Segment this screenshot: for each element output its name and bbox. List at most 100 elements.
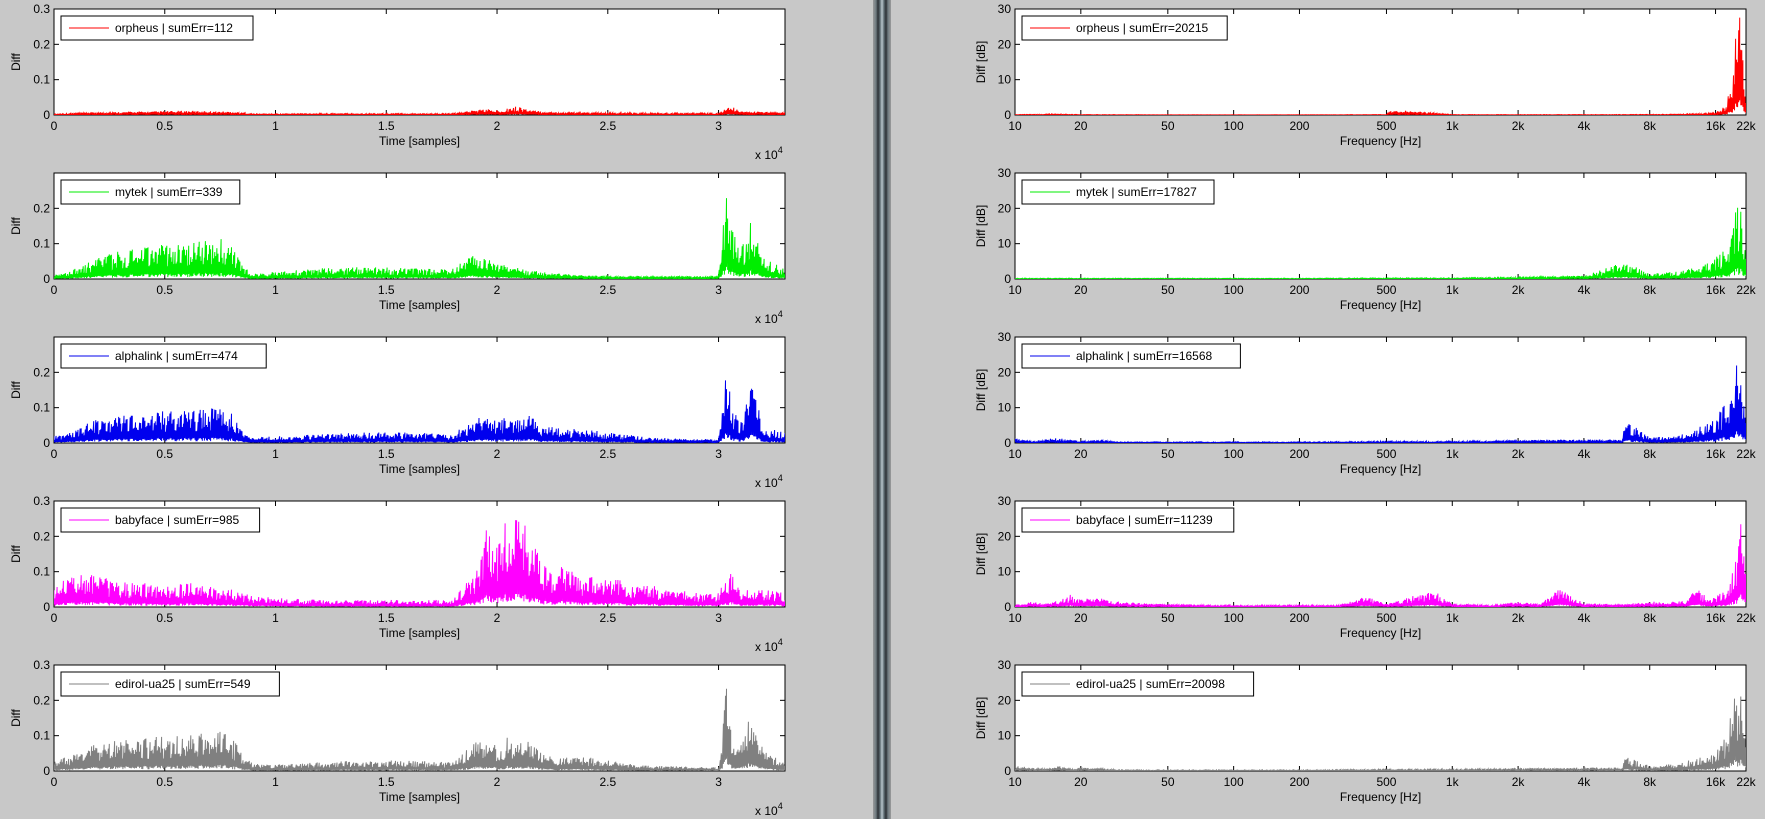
x-tick-label: 1.5	[378, 611, 395, 625]
x-tick-label: 2	[494, 611, 501, 625]
y-tick-label: 10	[998, 729, 1012, 743]
legend-label: alphalink | sumErr=16568	[1076, 349, 1213, 363]
x-tick-label: 0.5	[156, 447, 173, 461]
y-tick-label: 0	[43, 108, 50, 122]
x-tick-label: 4k	[1578, 283, 1592, 297]
x-axis-label: Time [samples]	[379, 462, 460, 476]
x-tick-label: 4k	[1578, 447, 1592, 461]
x-tick-label: 100	[1224, 119, 1244, 133]
subplot-f5: 10 20 50 100 200 500 1k 2k 4k 8k 16k 22k0102030Freq…	[974, 658, 1757, 804]
y-tick-label: 10	[998, 401, 1012, 415]
x-tick-label: 3	[715, 283, 722, 297]
x-tick-label: 16k	[1706, 775, 1726, 789]
x-tick-label: 0	[51, 447, 58, 461]
y-tick-label: 0.3	[33, 494, 50, 508]
x-tick-label: 2.5	[599, 283, 616, 297]
x-tick-label: 0	[51, 775, 58, 789]
x-axis-label: Frequency [Hz]	[1340, 298, 1421, 312]
x-tick-label: 2k	[1512, 447, 1526, 461]
x-tick-label: 3	[715, 119, 722, 133]
x-tick-label: 500	[1376, 611, 1396, 625]
y-tick-label: 30	[998, 494, 1012, 508]
x-axis-exponent: x 104	[755, 637, 783, 654]
x-tick-label: 3	[715, 447, 722, 461]
y-tick-label: 0	[1004, 108, 1011, 122]
y-tick-label: 20	[998, 693, 1012, 707]
x-axis-label: Time [samples]	[379, 790, 460, 804]
x-tick-label: 1.5	[378, 119, 395, 133]
x-tick-label: 2	[494, 283, 501, 297]
legend-label: orpheus | sumErr=112	[115, 21, 233, 35]
y-axis-label: Diff	[9, 380, 23, 398]
matlab-figure-window: 0 0.5 1 1.5 2 2.5 3 0 0.1 0.2 0.3 Time [samples] Dif…	[0, 0, 1765, 819]
x-tick-label: 0	[51, 119, 58, 133]
y-tick-label: 0	[43, 600, 50, 614]
x-tick-label: 200	[1289, 447, 1309, 461]
x-tick-label: 20	[1074, 119, 1088, 133]
y-tick-label: 0.1	[33, 401, 50, 415]
x-tick-label: 1.5	[378, 283, 395, 297]
y-axis-label: Diff [dB]	[974, 205, 988, 247]
x-tick-label: 22k	[1736, 447, 1756, 461]
y-tick-label: 10	[998, 237, 1012, 251]
x-axis-label: Time [samples]	[379, 298, 460, 312]
y-axis-label: Diff	[9, 216, 23, 234]
legend-label: babyface | sumErr=11239	[1076, 513, 1213, 527]
x-tick-label: 0.5	[156, 119, 173, 133]
y-axis-label: Diff [dB]	[974, 533, 988, 575]
subplot-f2: 10 20 50 100 200 500 1k 2k 4k 8k 16k 22k0102030Freq…	[974, 166, 1757, 312]
x-axis-exponent: x 104	[755, 473, 783, 490]
x-tick-label: 0.5	[156, 611, 173, 625]
x-tick-label: 0.5	[156, 775, 173, 789]
y-tick-label: 10	[998, 73, 1012, 87]
y-tick-label: 0.2	[33, 201, 50, 215]
y-tick-label: 0	[43, 764, 50, 778]
x-axis-label: Frequency [Hz]	[1340, 626, 1421, 640]
x-tick-label: 8k	[1643, 119, 1657, 133]
x-tick-label: 0	[51, 283, 58, 297]
x-axis-label: Frequency [Hz]	[1340, 134, 1421, 148]
x-tick-label: 4k	[1578, 775, 1592, 789]
x-tick-label: 2k	[1512, 283, 1526, 297]
x-tick-label: 16k	[1706, 611, 1726, 625]
subplot-t4: 0 0.5 1 1.5 2 2.5 3 0 0.1 0.2 0.3 Time [samples] Dif…	[9, 494, 786, 654]
subplot-t1: 0 0.5 1 1.5 2 2.5 3 0 0.1 0.2 0.3 Time [samples] Dif…	[9, 2, 786, 162]
x-axis-label: Frequency [Hz]	[1340, 790, 1421, 804]
x-tick-label: 0.5	[156, 283, 173, 297]
x-tick-label: 20	[1074, 447, 1088, 461]
x-tick-label: 500	[1376, 283, 1396, 297]
y-tick-label: 0.2	[33, 37, 50, 51]
window-splitter[interactable]	[873, 0, 891, 819]
y-tick-label: 20	[998, 201, 1012, 215]
x-tick-label: 20	[1074, 611, 1088, 625]
x-tick-label: 20	[1074, 283, 1088, 297]
x-tick-label: 1.5	[378, 447, 395, 461]
y-tick-label: 30	[998, 658, 1012, 672]
x-tick-label: 50	[1161, 611, 1175, 625]
subplot-f3: 10 20 50 100 200 500 1k 2k 4k 8k 16k 22k0102030Freq…	[974, 330, 1757, 476]
y-tick-label: 0	[1004, 436, 1011, 450]
subplot-t3: 0 0.5 1 1.5 2 2.5 3 0 0.1 0.2 Time [samples] Diff x …	[9, 336, 786, 490]
y-tick-label: 20	[998, 529, 1012, 543]
legend-label: mytek | sumErr=339	[115, 185, 223, 199]
x-tick-label: 2k	[1512, 775, 1526, 789]
x-tick-label: 100	[1224, 447, 1244, 461]
subplot-f1: 10 20 50 100 200 500 1k 2k 4k 8k 16k 22k0102030Freq…	[974, 2, 1757, 148]
x-tick-label: 22k	[1736, 775, 1756, 789]
y-tick-label: 0.3	[33, 2, 50, 16]
x-axis-exponent: x 104	[755, 145, 783, 162]
x-tick-label: 22k	[1736, 611, 1756, 625]
legend-label: mytek | sumErr=17827	[1076, 185, 1197, 199]
legend-label: edirol-ua25 | sumErr=20098	[1076, 677, 1225, 691]
y-axis-label: Diff [dB]	[974, 41, 988, 83]
subplot-t5: 0 0.5 1 1.5 2 2.5 3 0 0.1 0.2 0.3 Time [samples] Dif…	[9, 658, 786, 818]
y-tick-label: 20	[998, 37, 1012, 51]
x-axis-label: Time [samples]	[379, 134, 460, 148]
x-tick-label: 100	[1224, 775, 1244, 789]
y-tick-label: 0	[43, 272, 50, 286]
x-axis-exponent: x 104	[755, 309, 783, 326]
x-tick-label: 1k	[1446, 119, 1460, 133]
y-tick-label: 0.1	[33, 565, 50, 579]
x-axis-label: Frequency [Hz]	[1340, 462, 1421, 476]
x-tick-label: 500	[1376, 119, 1396, 133]
